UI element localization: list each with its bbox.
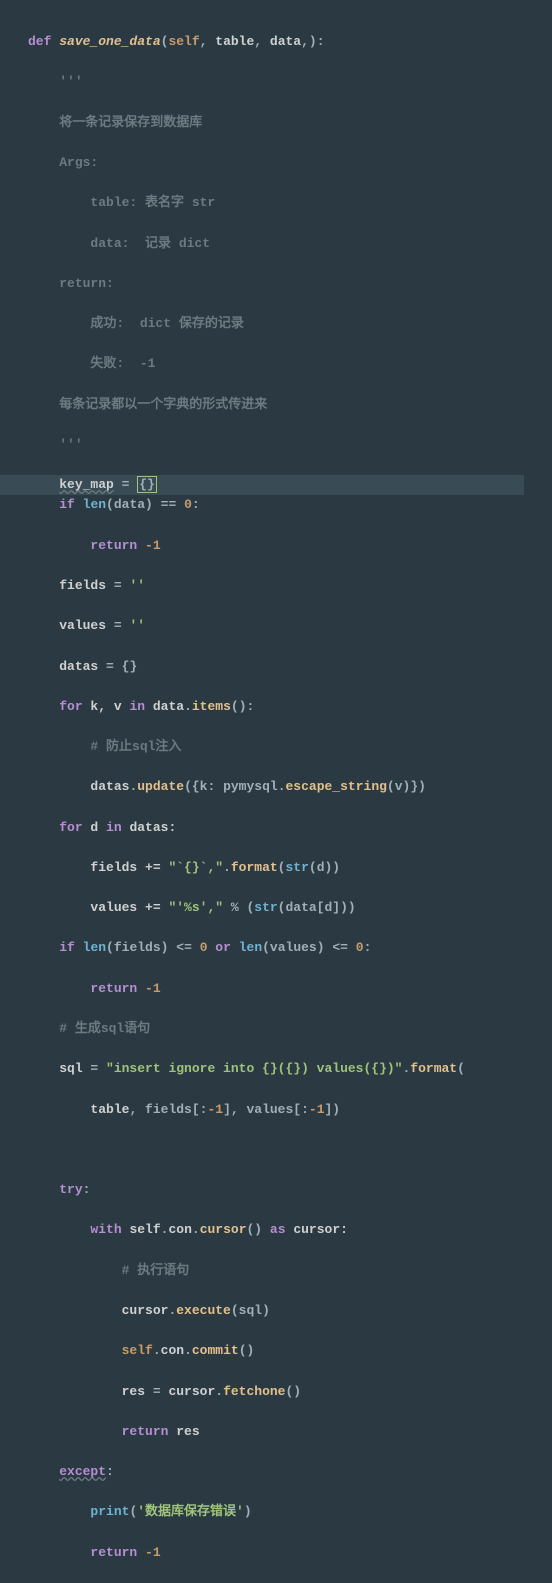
code-line: cursor.execute(sql) xyxy=(28,1301,552,1321)
code-line: ''' xyxy=(28,435,552,455)
code-line: return -1 xyxy=(28,536,552,556)
function-name: save_one_data xyxy=(59,34,160,49)
code-line: fields = '' xyxy=(28,576,552,596)
code-line: data: 记录 dict xyxy=(28,234,552,254)
var-keymap: key_map xyxy=(59,477,114,492)
code-line: # 执行语句 xyxy=(28,1261,552,1281)
code-line: table: 表名字 str xyxy=(28,193,552,213)
code-line: table, fields[:-1], values[:-1]) xyxy=(28,1100,552,1120)
code-line: for k, v in data.items(): xyxy=(28,697,552,717)
code-line: return -1 xyxy=(28,1543,552,1563)
code-line: # 防止sql注入 xyxy=(28,737,552,757)
code-line: 将一条记录保存到数据库 xyxy=(28,113,552,133)
code-line: try: xyxy=(28,1180,552,1200)
code-line: Args: xyxy=(28,153,552,173)
code-line: with self.con.cursor() as cursor: xyxy=(28,1220,552,1240)
code-line: 成功: dict 保存的记录 xyxy=(28,314,552,334)
code-line: values = '' xyxy=(28,616,552,636)
code-line: res = cursor.fetchone() xyxy=(28,1382,552,1402)
keyword-def: def xyxy=(28,34,51,49)
code-line: fields += "`{}`,".format(str(d)) xyxy=(28,858,552,878)
code-line: return -1 xyxy=(28,979,552,999)
active-line: key_map = {} xyxy=(0,475,524,495)
code-line: datas = {} xyxy=(28,657,552,677)
code-line: return res xyxy=(28,1422,552,1442)
code-line: ''' xyxy=(28,72,552,92)
code-line: return: xyxy=(28,274,552,294)
code-line: values += "'%s'," % (str(data[d])) xyxy=(28,898,552,918)
code-line: # 生成sql语句 xyxy=(28,1019,552,1039)
code-line xyxy=(28,1140,552,1160)
code-line: print('数据库保存错误') xyxy=(28,1502,552,1522)
code-line: if len(data) == 0: xyxy=(28,495,552,515)
code-line: 每条记录都以一个字典的形式传进来 xyxy=(28,395,552,415)
code-line: def save_one_data(self, table, data,): xyxy=(28,32,552,52)
code-line: self.con.commit() xyxy=(28,1341,552,1361)
code-line: except: xyxy=(28,1462,552,1482)
code-line: datas.update({k: pymysql.escape_string(v… xyxy=(28,777,552,797)
code-line: if len(fields) <= 0 or len(values) <= 0: xyxy=(28,938,552,958)
cursor: {} xyxy=(137,476,157,493)
code-line: 失败: -1 xyxy=(28,354,552,374)
code-line: for d in datas: xyxy=(28,818,552,838)
code-line: sql = "insert ignore into {}({}) values(… xyxy=(28,1059,552,1079)
code-editor[interactable]: def save_one_data(self, table, data,): '… xyxy=(0,12,552,1583)
